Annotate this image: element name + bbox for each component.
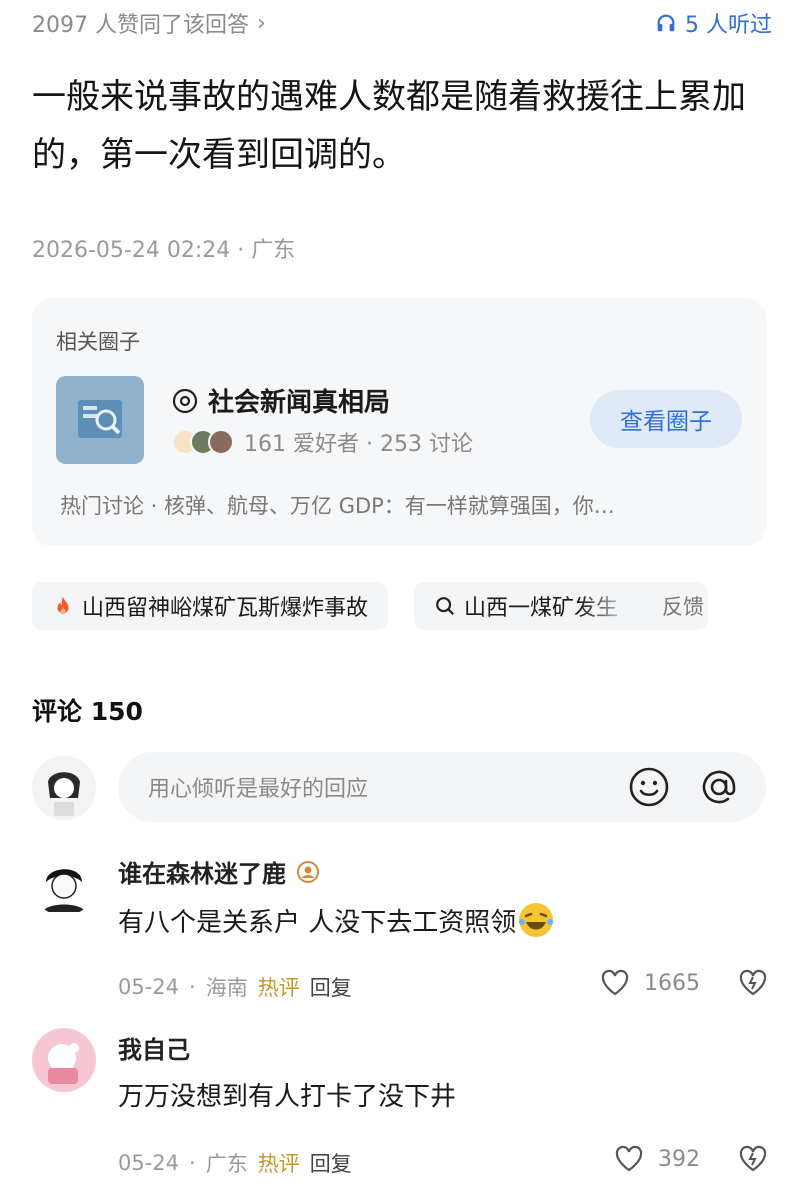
circle-stats: 161 爱好者 · 253 讨论 bbox=[244, 432, 473, 457]
headphones-icon bbox=[657, 14, 675, 32]
mention-icon[interactable] bbox=[698, 766, 740, 808]
comments-title: 评论 150 bbox=[32, 697, 143, 726]
comment-username[interactable]: 谁在森林迷了鹿 bbox=[118, 854, 320, 889]
circle-hot-discussion[interactable]: 热门讨论 · 核弹、航母、万亿 GDP：有一样就算强国，你… bbox=[60, 490, 740, 520]
compose-icons bbox=[628, 766, 740, 808]
comment-input[interactable]: 用心倾听是最好的回应 bbox=[118, 752, 766, 822]
like-count: 1665 bbox=[644, 970, 700, 996]
view-circle-button[interactable]: 查看圈子 bbox=[590, 390, 742, 448]
comment-text-content: 有八个是关系户 人没下去工资照领 bbox=[118, 907, 517, 938]
fire-icon bbox=[57, 596, 69, 615]
circle-stats-row: 161 爱好者 · 253 讨论 bbox=[172, 426, 473, 458]
comment-item: 我自己 万万没想到有人打卡了没下井 05-24 · 广东 热评 回复 392 bbox=[32, 1028, 772, 1178]
listened-text: 5 人听过 bbox=[685, 13, 772, 38]
comment-text: 有八个是关系户 人没下去工资照领 bbox=[118, 900, 556, 940]
comment-location: 广东 bbox=[205, 1152, 248, 1176]
topic-chip-row: 山西留神峪煤矿瓦斯爆炸事故 山西一煤矿发生 反馈 bbox=[32, 582, 772, 630]
chip-fade bbox=[578, 582, 639, 630]
answer-header: 2097 人赞同了该回答 › 5 人听过 bbox=[32, 6, 772, 40]
heart-icon[interactable] bbox=[614, 1144, 644, 1174]
circle-thumbnail bbox=[56, 376, 144, 464]
comment-username[interactable]: 我自己 bbox=[118, 1030, 190, 1065]
comment-meta: 05-24 · 广东 热评 回复 bbox=[118, 1148, 352, 1178]
comment-meta: 05-24 · 海南 热评 回复 bbox=[118, 972, 352, 1002]
comment-avatar[interactable] bbox=[32, 1028, 96, 1092]
laughing-emoji-icon bbox=[519, 903, 554, 937]
meta-separator: · bbox=[189, 975, 196, 999]
user-badge-icon bbox=[297, 860, 319, 883]
related-circle-card[interactable]: 相关圈子 社会新闻真相局 161 爱好者 · 253 讨论 查看圈子 热门讨论 … bbox=[32, 298, 766, 546]
reply-button[interactable]: 回复 bbox=[310, 1148, 352, 1178]
heart-icon[interactable] bbox=[600, 968, 630, 998]
related-circle-title: 相关圈子 bbox=[56, 330, 140, 354]
dislike-icon[interactable] bbox=[738, 1144, 768, 1174]
answer-body: 一般来说事故的遇难人数都是随着救援往上累加的，第一次看到回调的。 bbox=[32, 77, 746, 175]
hot-comment-badge: 热评 bbox=[257, 1152, 300, 1176]
dislike-icon[interactable] bbox=[738, 968, 768, 998]
comment-input-placeholder: 用心倾听是最好的回应 bbox=[148, 777, 369, 802]
search-topic-chip[interactable]: 山西一煤矿发生 反馈 bbox=[414, 582, 709, 630]
comment-actions: 392 bbox=[614, 1144, 768, 1174]
member-avatars bbox=[172, 429, 234, 455]
emoji-icon[interactable] bbox=[628, 766, 670, 808]
comment-text: 万万没想到有人打卡了没下井 bbox=[118, 1076, 456, 1113]
answer-meta: 2026-05-24 02:24 · 广东 bbox=[32, 238, 296, 263]
member-avatar bbox=[208, 429, 234, 455]
comment-date: 05-24 bbox=[118, 1151, 180, 1175]
like-count: 392 bbox=[658, 1146, 700, 1172]
circle-name: 社会新闻真相局 bbox=[208, 388, 391, 418]
search-icon bbox=[436, 597, 455, 616]
listened-link[interactable]: 5 人听过 bbox=[655, 7, 772, 39]
reply-button[interactable]: 回复 bbox=[310, 972, 352, 1002]
hot-comment-badge: 热评 bbox=[257, 976, 300, 1000]
comment-location: 海南 bbox=[205, 976, 248, 1000]
hot-topic-chip[interactable]: 山西留神峪煤矿瓦斯爆炸事故 bbox=[32, 582, 389, 630]
comment-item: 谁在森林迷了鹿 有八个是关系户 人没下去工资照领 05-24 · 海南 热评 回… bbox=[32, 852, 772, 1002]
feedback-link[interactable]: 反馈 bbox=[662, 591, 704, 621]
likes-text: 2097 人赞同了该回答 bbox=[32, 13, 249, 38]
meta-separator: · bbox=[189, 1151, 196, 1175]
likes-link[interactable]: 2097 人赞同了该回答 › bbox=[32, 7, 266, 39]
username-text: 谁在森林迷了鹿 bbox=[118, 860, 286, 888]
username-text: 我自己 bbox=[118, 1036, 190, 1064]
comment-date: 05-24 bbox=[118, 975, 180, 999]
circle-icon bbox=[172, 388, 198, 413]
my-avatar[interactable] bbox=[32, 756, 96, 820]
chevron-right-icon: › bbox=[256, 10, 266, 36]
comment-text-content: 万万没想到有人打卡了没下井 bbox=[118, 1082, 457, 1112]
hot-topic-label: 山西留神峪煤矿瓦斯爆炸事故 bbox=[82, 596, 369, 621]
comment-avatar[interactable] bbox=[32, 852, 96, 916]
comment-actions: 1665 bbox=[600, 968, 768, 998]
circle-name-row[interactable]: 社会新闻真相局 bbox=[172, 382, 390, 419]
